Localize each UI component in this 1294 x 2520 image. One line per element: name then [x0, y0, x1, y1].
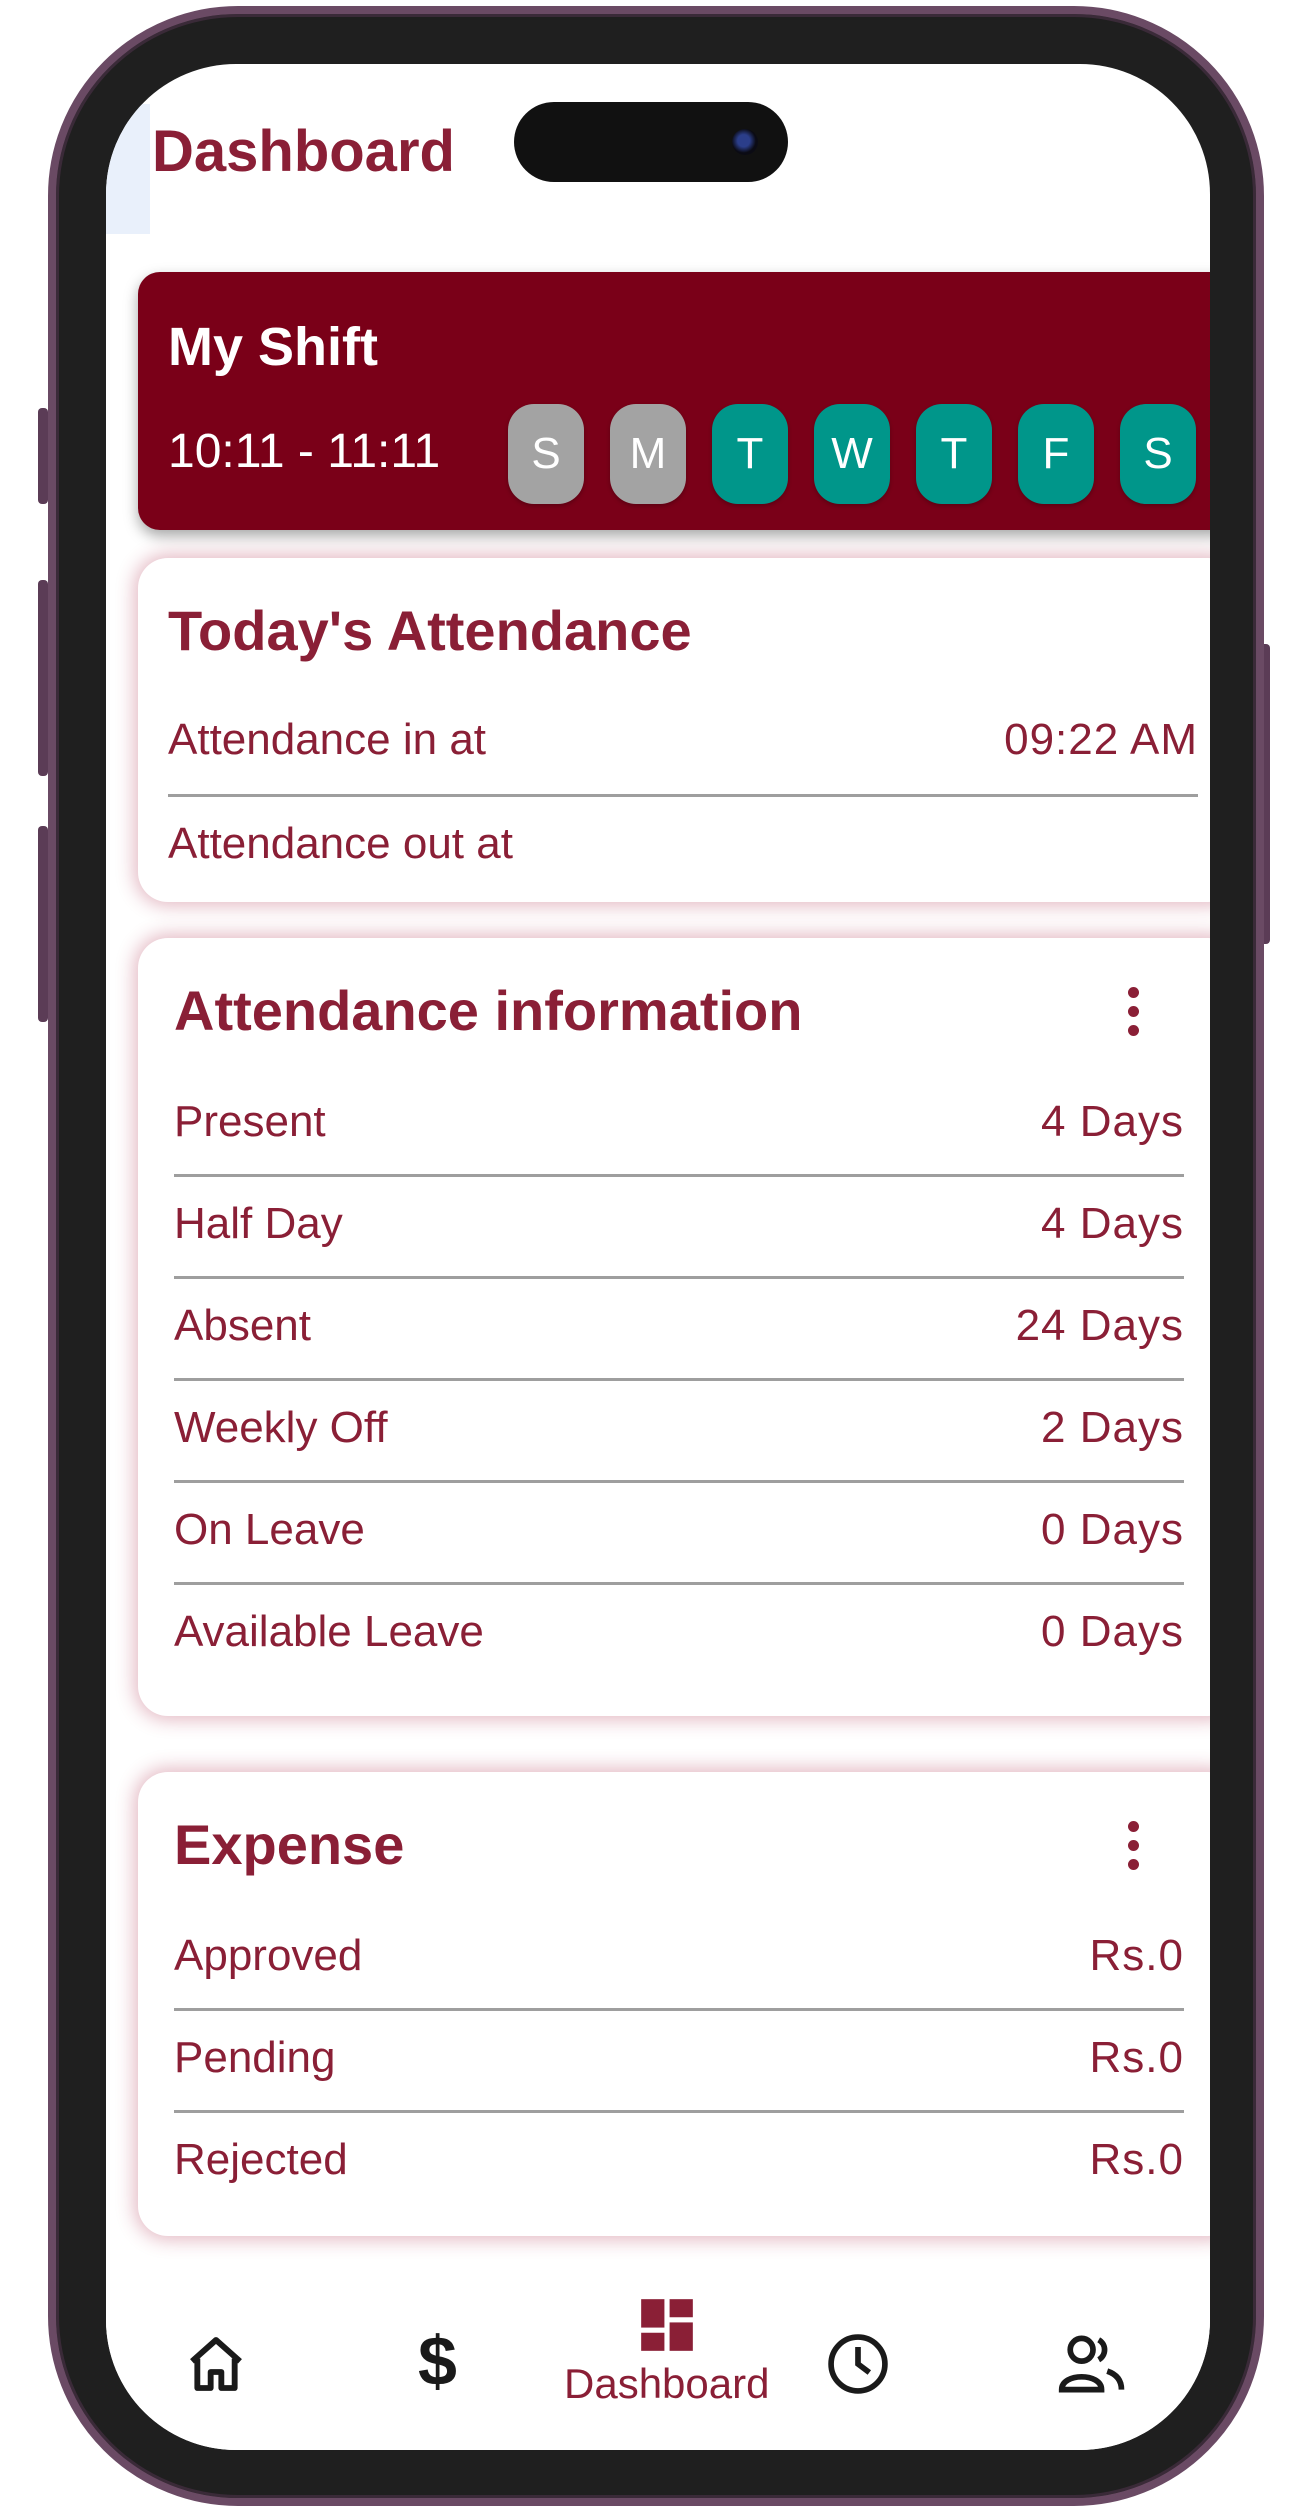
day-chip-saturday[interactable]: S — [1120, 404, 1196, 504]
attendance-info-title: Attendance information — [174, 979, 803, 1042]
absent-label: Absent — [174, 1301, 311, 1350]
approved-label: Approved — [174, 1931, 363, 1980]
status-strip — [106, 104, 150, 234]
page-title: Dashboard — [152, 119, 455, 184]
weekly-off-value: 2 Days — [1041, 1403, 1184, 1452]
absent-row: Absent 24 Days — [174, 1274, 1184, 1378]
rejected-value: Rs.0 — [1089, 2135, 1184, 2184]
dynamic-island — [514, 102, 788, 182]
available-leave-row: Available Leave 0 Days — [174, 1580, 1184, 1684]
volume-up-button — [38, 580, 48, 776]
nav-dashboard-label: Dashboard — [564, 2360, 770, 2407]
present-label: Present — [174, 1097, 326, 1146]
approved-row: Approved Rs.0 — [174, 1904, 1184, 2008]
people-icon — [1058, 2335, 1125, 2393]
nav-home[interactable] — [184, 2332, 248, 2396]
half-day-row: Half Day 4 Days — [174, 1172, 1184, 1276]
expense-card: Expense Approved Rs.0 Pending Rs.0 Rejec… — [138, 1772, 1210, 2236]
day-chip-thursday[interactable]: T — [916, 404, 992, 504]
present-value: 4 Days — [1041, 1097, 1184, 1146]
weekly-off-row: Weekly Off 2 Days — [174, 1376, 1184, 1480]
half-day-label: Half Day — [174, 1199, 343, 1248]
half-day-value: 4 Days — [1041, 1199, 1184, 1248]
silent-switch — [38, 408, 48, 504]
attendance-out-row: Attendance out at — [168, 792, 1198, 896]
todays-attendance-title: Today's Attendance — [168, 599, 692, 662]
nav-dashboard[interactable]: Dashboard — [564, 2294, 769, 2408]
pending-label: Pending — [174, 2033, 336, 2082]
home-icon — [190, 2337, 242, 2391]
camera-icon — [732, 129, 758, 155]
day-chip-wednesday[interactable]: W — [814, 404, 890, 504]
shift-time: 10:11 - 11:11 — [168, 425, 441, 478]
rejected-label: Rejected — [174, 2135, 348, 2184]
todays-attendance-card: Today's Attendance Attendance in at 09:2… — [138, 558, 1210, 902]
approved-value: Rs.0 — [1089, 1931, 1184, 1980]
pending-row: Pending Rs.0 — [174, 2006, 1184, 2110]
day-chip-sunday[interactable]: S — [508, 404, 584, 504]
weekly-off-label: Weekly Off — [174, 1403, 388, 1452]
available-leave-value: 0 Days — [1041, 1607, 1184, 1656]
shift-title: My Shift — [168, 317, 378, 377]
pending-value: Rs.0 — [1089, 2033, 1184, 2082]
dollar-icon: $ — [418, 2322, 457, 2400]
expense-more-icon[interactable] — [1113, 1810, 1153, 1880]
dashboard-icon — [640, 2299, 693, 2351]
on-leave-label: On Leave — [174, 1505, 365, 1554]
available-leave-label: Available Leave — [174, 1607, 484, 1656]
attendance-info-card: Attendance information Present 4 Days Ha… — [138, 938, 1210, 1716]
attendance-info-more-icon[interactable] — [1113, 976, 1153, 1046]
shift-days: S M T W T F S — [508, 404, 1196, 504]
nav-expense[interactable]: $ — [418, 2326, 457, 2396]
absent-value: 24 Days — [1015, 1301, 1184, 1350]
shift-card[interactable]: My Shift 10:11 - 11:11 S M T W T F S — [138, 272, 1210, 530]
on-leave-row: On Leave 0 Days — [174, 1478, 1184, 1582]
on-leave-value: 0 Days — [1041, 1505, 1184, 1554]
volume-down-button — [38, 826, 48, 1022]
nav-people[interactable] — [1056, 2332, 1130, 2396]
rejected-row: Rejected Rs.0 — [174, 2108, 1184, 2212]
day-chip-friday[interactable]: F — [1018, 404, 1094, 504]
attendance-in-value: 09:22 AM — [1004, 715, 1198, 764]
bottom-nav: $ Dashboard — [106, 2274, 1210, 2450]
present-row: Present 4 Days — [174, 1070, 1184, 1174]
nav-attendance[interactable] — [824, 2330, 892, 2398]
clock-icon — [828, 2334, 888, 2394]
app-screen: Dashboard My Shift 10:11 - 11:11 S M T W… — [106, 64, 1210, 2450]
day-chip-monday[interactable]: M — [610, 404, 686, 504]
attendance-out-label: Attendance out at — [168, 819, 513, 868]
attendance-in-label: Attendance in at — [168, 715, 487, 764]
attendance-in-row: Attendance in at 09:22 AM — [168, 688, 1198, 792]
day-chip-tuesday[interactable]: T — [712, 404, 788, 504]
expense-title: Expense — [174, 1813, 405, 1876]
